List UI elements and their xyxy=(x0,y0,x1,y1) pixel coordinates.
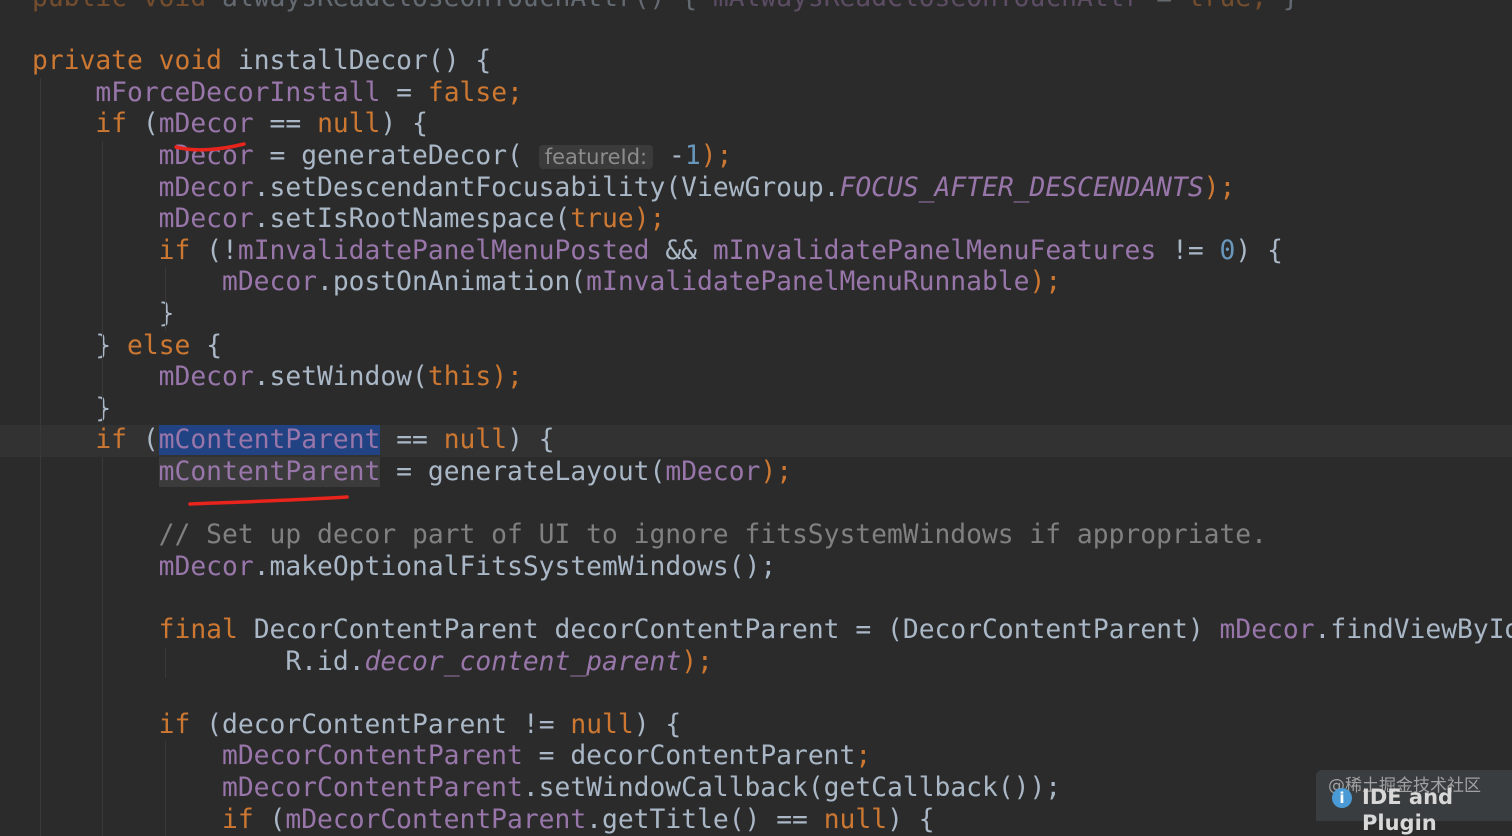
code-line[interactable] xyxy=(0,678,1512,710)
code-line[interactable]: mContentParent = generateLayout(mDecor); xyxy=(0,457,1512,489)
indent-guide xyxy=(165,646,166,679)
notification-badge[interactable]: @稀土掘金技术社区 i IDE and Plugin xyxy=(1316,770,1512,835)
code-line[interactable]: final DecorContentParent decorContentPar… xyxy=(0,615,1512,647)
code-line[interactable]: if (mContentParent == null) { xyxy=(0,425,1512,457)
code-line[interactable]: } xyxy=(0,299,1512,331)
code-line[interactable]: mDecor.postOnAnimation(mInvalidatePanelM… xyxy=(0,267,1512,299)
code-line[interactable]: mDecor = generateDecor( featureId: -1); xyxy=(0,141,1512,173)
code-line[interactable]: if (mDecor == null) { xyxy=(0,109,1512,141)
code-line[interactable]: mDecor.makeOptionalFitsSystemWindows(); xyxy=(0,552,1512,584)
info-icon: i xyxy=(1332,788,1352,808)
indent-guide xyxy=(102,141,103,426)
code-line[interactable]: // Set up decor part of UI to ignore fit… xyxy=(0,520,1512,552)
code-line[interactable]: if (mDecorContentParent.getTitle() == nu… xyxy=(0,805,1512,836)
code-line[interactable]: R.id.decor_content_parent); xyxy=(0,647,1512,679)
code-line[interactable] xyxy=(0,489,1512,521)
code-line[interactable]: mForceDecorInstall = false; xyxy=(0,78,1512,110)
indent-guide xyxy=(165,741,166,836)
code-editor[interactable]: public void alwaysReadCloseOnTouchAttr()… xyxy=(0,0,1512,836)
badge-label[interactable]: IDE and Plugin xyxy=(1362,784,1512,836)
code-line[interactable]: mDecorContentParent = decorContentParent… xyxy=(0,741,1512,773)
code-line[interactable]: mDecor.setWindow(this); xyxy=(0,362,1512,394)
code-line[interactable]: } xyxy=(0,394,1512,426)
indent-guide xyxy=(40,77,41,836)
code-line[interactable]: mDecor.setIsRootNamespace(true); xyxy=(0,204,1512,236)
code-line[interactable]: } else { xyxy=(0,331,1512,363)
code-line[interactable]: if (decorContentParent != null) { xyxy=(0,710,1512,742)
code-line[interactable]: if (!mInvalidatePanelMenuPosted && mInva… xyxy=(0,236,1512,268)
code-line[interactable] xyxy=(0,583,1512,615)
parameter-hint: featureId: xyxy=(538,145,654,169)
code-line[interactable]: public void alwaysReadCloseOnTouchAttr()… xyxy=(0,0,1512,15)
indent-guide xyxy=(102,457,103,836)
code-line[interactable]: mDecor.setDescendantFocusability(ViewGro… xyxy=(0,173,1512,205)
code-line[interactable]: private void installDecor() { xyxy=(0,46,1512,78)
indent-guide xyxy=(165,267,166,331)
code-line[interactable]: mDecorContentParent.setWindowCallback(ge… xyxy=(0,773,1512,805)
code-line[interactable] xyxy=(0,15,1512,47)
